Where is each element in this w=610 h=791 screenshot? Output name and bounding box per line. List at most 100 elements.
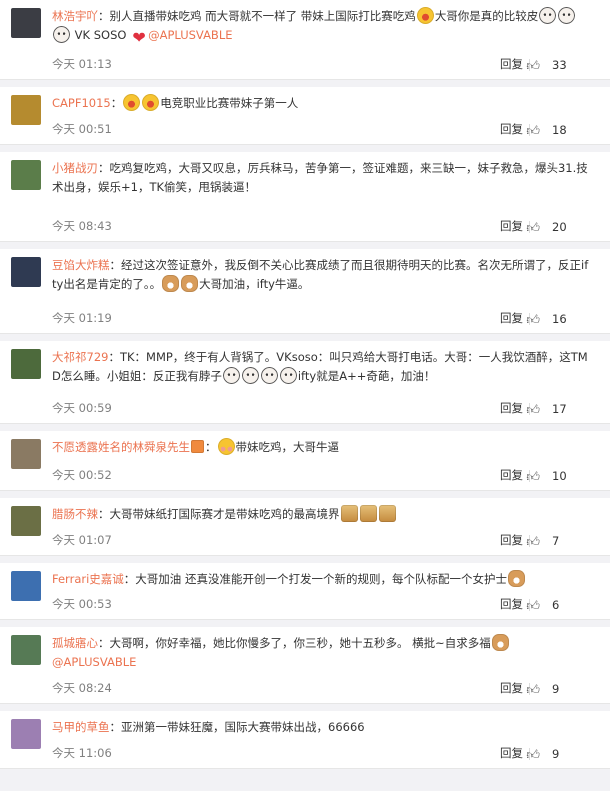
thumbs-up-icon[interactable]: 👍︎ bbox=[526, 535, 540, 550]
comment-text: 林浩宇吖：别人直播带妹吃鸡 而大哥就不一样了 带妹上国际打比赛吃鸡 大哥你是真的比… bbox=[52, 7, 592, 47]
like-count[interactable]: 6 bbox=[552, 598, 559, 612]
avatar[interactable] bbox=[11, 8, 41, 38]
thumbs-up-icon[interactable]: 👍︎ bbox=[526, 124, 540, 139]
reply-button[interactable]: 回复 bbox=[500, 467, 523, 483]
timestamp: 今天 00:53 bbox=[52, 597, 112, 611]
comment-item: 小猪战刃：吃鸡复吃鸡，大哥又叹息，厉兵秣马，苦争第一，签证难题，来三缺一，妹子救… bbox=[0, 152, 610, 242]
reply-button[interactable]: 回复 bbox=[500, 596, 523, 612]
like-count[interactable]: 17 bbox=[552, 402, 567, 416]
like-count[interactable]: 18 bbox=[552, 123, 567, 137]
thumbs-up-icon[interactable]: 👍︎ bbox=[526, 221, 540, 236]
face-emoji-icon bbox=[539, 7, 557, 24]
laugh-emoji-icon bbox=[416, 7, 434, 24]
doge-emoji-icon bbox=[359, 505, 377, 522]
reply-button[interactable]: 回复 bbox=[500, 532, 523, 548]
dog-emoji-icon bbox=[181, 275, 199, 292]
thumbs-up-icon[interactable]: 👍︎ bbox=[526, 403, 540, 418]
username-link[interactable]: 林浩宇吖 bbox=[52, 9, 98, 23]
comment-text: Ferrari史嘉诚：大哥加油 还真没准能开创一个打发一个新的规则，每个队标配一… bbox=[52, 570, 592, 589]
reply-button[interactable]: 回复 bbox=[500, 400, 523, 416]
avatar[interactable] bbox=[11, 257, 41, 287]
like-count[interactable]: 33 bbox=[552, 58, 567, 72]
comment-text: 小猪战刃：吃鸡复吃鸡，大哥又叹息，厉兵秣马，苦争第一，签证难题，来三缺一，妹子救… bbox=[52, 159, 592, 197]
comment-item: 马甲的草鱼：亚洲第一带妹狂魔，国际大赛带妹出战，66666 今天 11:06 回复 👍… bbox=[0, 711, 610, 769]
comment-text: 大祁祁729：TK：MMP，终于有人背锅了。VKsoso：叫只鸡给大哥打电话。大… bbox=[52, 348, 592, 386]
comment-content: ：经过这次签证意外，我反倒不关心比赛成绩了而且很期待明天的比赛。名次无所谓了，反… bbox=[52, 258, 588, 292]
comment-text-segment: ifty就是A++奇葩，加油！ bbox=[297, 369, 436, 383]
username-link[interactable]: 孤城寤心 bbox=[52, 636, 98, 650]
comment-text-segment: 大哥加油，ifty牛逼。 bbox=[199, 277, 310, 291]
face-emoji-icon bbox=[260, 367, 278, 384]
face-emoji-icon bbox=[222, 367, 240, 384]
reply-button[interactable]: 回复 bbox=[500, 310, 523, 326]
comment-content: ：大哥带妹纸打国际赛才是带妹吃鸡的最高境界 bbox=[98, 505, 397, 522]
like-count[interactable]: 7 bbox=[552, 534, 559, 548]
comment-content: ： 带妹吃鸡，大哥牛逼 bbox=[190, 438, 339, 455]
comment-content: ： 电竞职业比赛带妹子第一人 bbox=[111, 94, 299, 111]
thumbs-up-icon[interactable]: 👍︎ bbox=[526, 748, 540, 763]
avatar[interactable] bbox=[11, 349, 41, 379]
comment-item: Ferrari史嘉诚：大哥加油 还真没准能开创一个打发一个新的规则，每个队标配一… bbox=[0, 563, 610, 620]
comment-item: 大祁祁729：TK：MMP，终于有人背锅了。VKsoso：叫只鸡给大哥打电话。大… bbox=[0, 341, 610, 424]
username-link[interactable]: 小猪战刃 bbox=[52, 161, 98, 175]
thumbs-up-icon[interactable]: 👍︎ bbox=[526, 683, 540, 698]
comment-content: ：吃鸡复吃鸡，大哥又叹息，厉兵秣马，苦争第一，签证难题，来三缺一，妹子救急，爆头… bbox=[52, 161, 588, 194]
avatar[interactable] bbox=[11, 719, 41, 749]
username-link[interactable]: 大祁祁729 bbox=[52, 350, 108, 364]
username-link[interactable]: 豆馅大炸糕 bbox=[52, 258, 110, 272]
comment-text: 腊肠不辣：大哥带妹纸打国际赛才是带妹吃鸡的最高境界 bbox=[52, 505, 592, 524]
reply-button[interactable]: 回复 bbox=[500, 218, 523, 234]
username-link[interactable]: Ferrari史嘉诚 bbox=[52, 572, 124, 586]
thumbs-up-icon[interactable]: 👍︎ bbox=[526, 599, 540, 614]
timestamp: 今天 00:59 bbox=[52, 401, 112, 415]
username-link[interactable]: 马甲的草鱼 bbox=[52, 720, 110, 734]
comment-item: 豆馅大炸糕：经过这次签证意外，我反倒不关心比赛成绩了而且很期待明天的比赛。名次无… bbox=[0, 249, 610, 334]
comment-item: CAPF1015： 电竞职业比赛带妹子第一人 今天 00:51 回复 👍︎ 18 bbox=[0, 87, 610, 145]
like-count[interactable]: 9 bbox=[552, 682, 559, 696]
comment-content: ：别人直播带妹吃鸡 而大哥就不一样了 带妹上国际打比赛吃鸡 大哥你是真的比较皮 V… bbox=[52, 7, 576, 46]
mention-link[interactable]: @APLUSVABLE bbox=[148, 28, 232, 42]
reply-button[interactable]: 回复 bbox=[500, 745, 523, 761]
avatar[interactable] bbox=[11, 95, 41, 125]
mention-link[interactable]: @APLUSVABLE bbox=[52, 655, 136, 669]
dog-emoji-icon bbox=[507, 570, 525, 587]
username-link[interactable]: CAPF1015 bbox=[52, 96, 111, 110]
timestamp: 今天 00:52 bbox=[52, 468, 112, 482]
reply-button[interactable]: 回复 bbox=[500, 56, 523, 72]
comment-content: ：大哥啊，你好幸福，她比你慢多了，你三秒，她十五秒多。 横批~自求多福 @APLU… bbox=[52, 634, 510, 669]
comment-item: 不愿透露姓名的林舜泉先生 ： 带妹吃鸡，大哥牛逼今天 00:52 回复 👍︎ 10 bbox=[0, 431, 610, 491]
comment-content: ：TK：MMP，终于有人背锅了。VKsoso：叫只鸡给大哥打电话。大哥：一人我饮… bbox=[52, 350, 588, 384]
face-emoji-icon bbox=[53, 26, 70, 43]
thumbs-up-icon[interactable]: 👍︎ bbox=[526, 59, 540, 74]
reply-button[interactable]: 回复 bbox=[500, 680, 523, 696]
timestamp: 今天 01:07 bbox=[52, 533, 112, 547]
comment-text-segment: ：大哥加油 还真没准能开创一个打发一个新的规则，每个队标配一个女护士 bbox=[123, 572, 507, 586]
username-link[interactable]: 不愿透露姓名的林舜泉先生 bbox=[52, 440, 190, 454]
timestamp: 今天 11:06 bbox=[52, 746, 112, 760]
username-link[interactable]: 腊肠不辣 bbox=[52, 507, 98, 521]
like-count[interactable]: 20 bbox=[552, 220, 567, 234]
reply-button[interactable]: 回复 bbox=[500, 121, 523, 137]
avatar[interactable] bbox=[11, 160, 41, 190]
timestamp: 今天 01:19 bbox=[52, 311, 112, 325]
face-emoji-icon bbox=[279, 367, 297, 384]
thumbs-up-icon[interactable]: 👍︎ bbox=[526, 313, 540, 328]
comment-text-segment: ：别人直播带妹吃鸡 而大哥就不一样了 带妹上国际打比赛吃鸡 bbox=[98, 9, 416, 23]
comment-text-segment: ：吃鸡复吃鸡，大哥又叹息，厉兵秣马，苦争第一，签证难题，来三缺一，妹子救急，爆头… bbox=[52, 161, 588, 194]
doge-emoji-icon bbox=[340, 505, 358, 522]
comment-text-segment: 电竞职业比赛带妹子第一人 bbox=[160, 96, 299, 110]
like-count[interactable]: 16 bbox=[552, 312, 567, 326]
avatar[interactable] bbox=[11, 635, 41, 665]
comment-text-segment: ： bbox=[205, 440, 217, 454]
avatar[interactable] bbox=[11, 506, 41, 536]
like-count[interactable]: 9 bbox=[552, 747, 559, 761]
dog-emoji-icon bbox=[491, 634, 509, 651]
thumbs-up-icon[interactable]: 👍︎ bbox=[526, 470, 540, 485]
like-count[interactable]: 10 bbox=[552, 469, 567, 483]
comment-text: 不愿透露姓名的林舜泉先生 ： 带妹吃鸡，大哥牛逼 bbox=[52, 438, 592, 457]
avatar[interactable] bbox=[11, 571, 41, 601]
comment-item: 林浩宇吖：别人直播带妹吃鸡 而大哥就不一样了 带妹上国际打比赛吃鸡 大哥你是真的比… bbox=[0, 0, 610, 80]
comment-content: ：大哥加油 还真没准能开创一个打发一个新的规则，每个队标配一个女护士 bbox=[123, 570, 526, 587]
avatar[interactable] bbox=[11, 439, 41, 469]
comment-item: 孤城寤心：大哥啊，你好幸福，她比你慢多了，你三秒，她十五秒多。 横批~自求多福 @… bbox=[0, 627, 610, 704]
